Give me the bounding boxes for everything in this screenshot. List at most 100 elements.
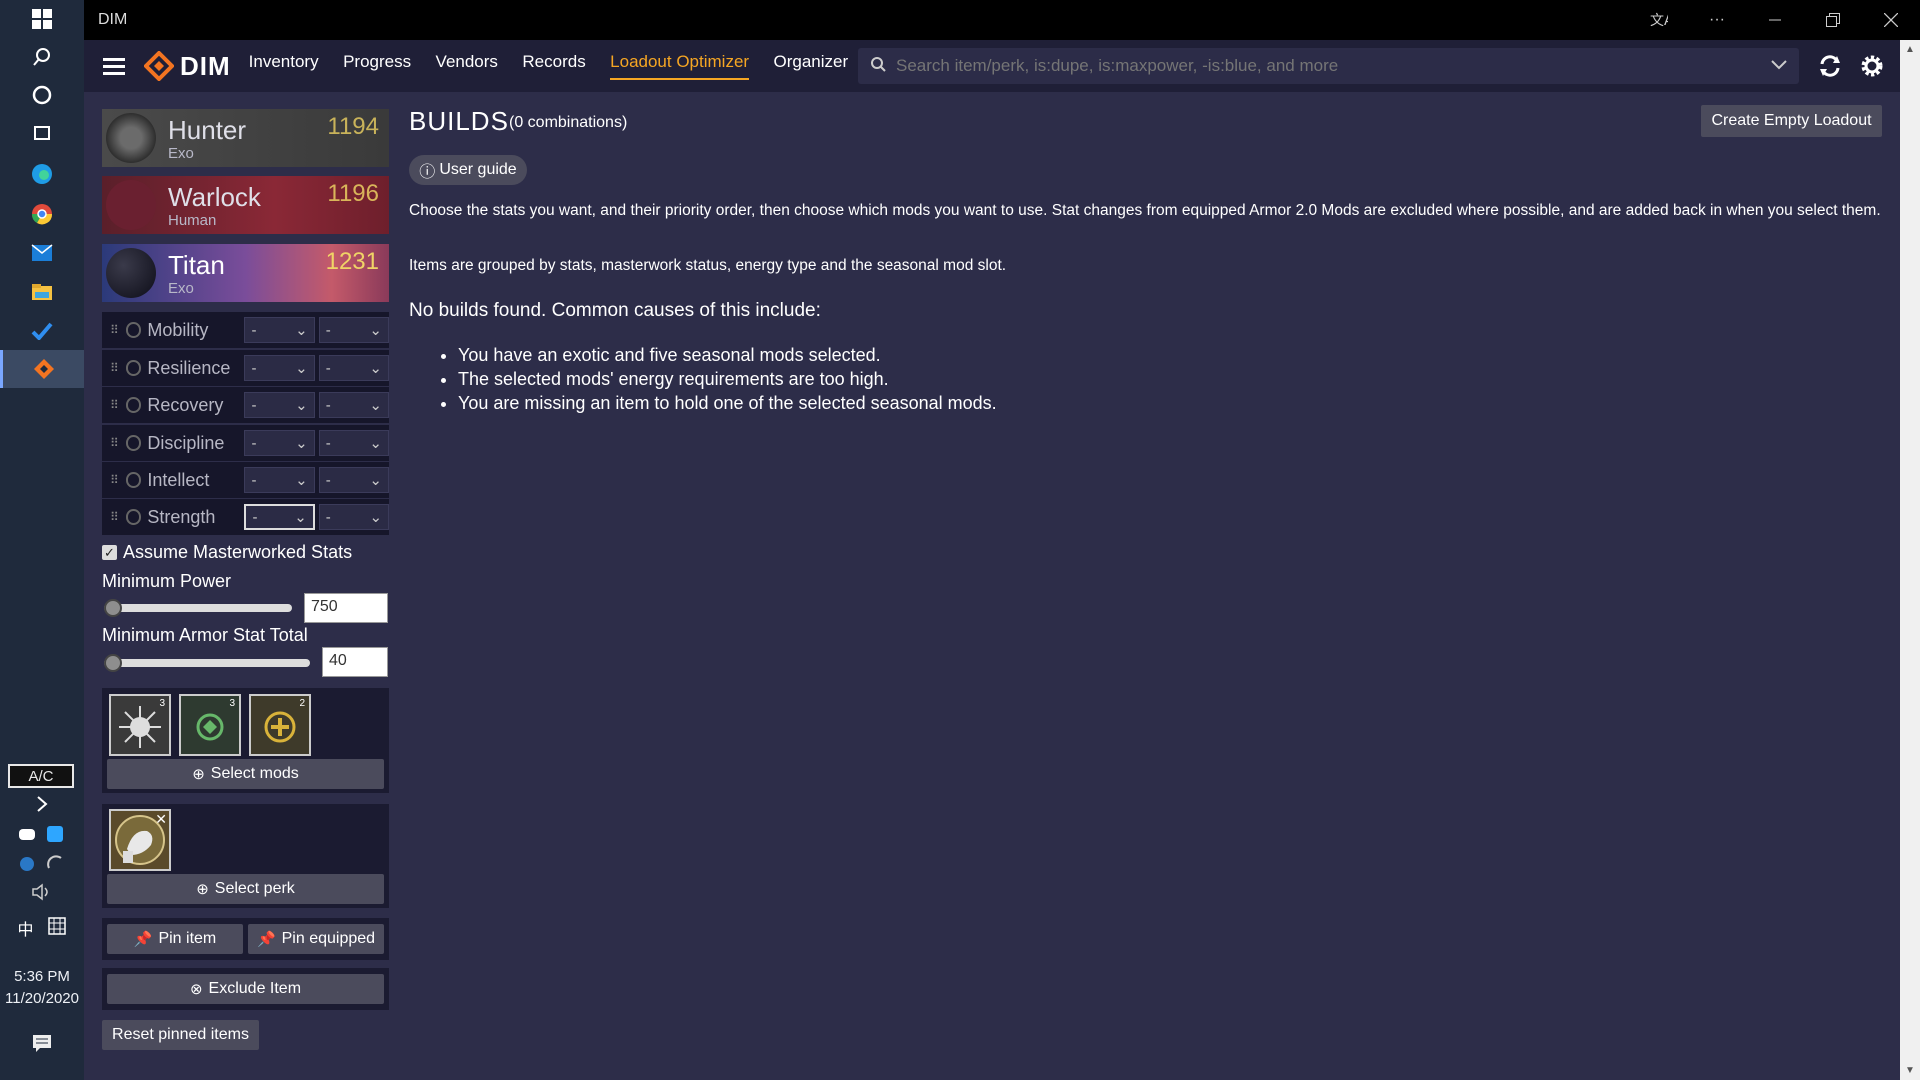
scroll-down-arrow-icon[interactable]: ▼: [1900, 1065, 1920, 1076]
notification-icon[interactable]: [0, 1024, 84, 1062]
character-card-hunter[interactable]: Hunter Exo 1194: [102, 109, 389, 167]
pin-item-button[interactable]: 📌 Pin item: [107, 924, 243, 954]
select-value: -: [251, 396, 257, 414]
stat-row-resilience: ⠿ Resilience - ⌄ - ⌄: [102, 350, 389, 386]
user-guide-button[interactable]: ⓘ User guide: [409, 155, 527, 185]
exotic-perk-tile[interactable]: ✕: [109, 809, 171, 871]
character-class: Hunter: [168, 115, 247, 145]
exclude-item-button[interactable]: ⊗ Exclude Item: [107, 974, 384, 1004]
drag-handle-icon[interactable]: ⠿: [110, 361, 120, 375]
stat-min-select[interactable]: - ⌄: [244, 467, 315, 493]
close-icon[interactable]: ✕: [155, 811, 167, 828]
dim-logo[interactable]: DIM: [144, 51, 231, 82]
mod-tile[interactable]: 2: [249, 694, 311, 756]
chrome-icon[interactable]: [0, 195, 84, 233]
stat-min-select[interactable]: - ⌄: [244, 317, 315, 343]
min-stat-total-slider-handle[interactable]: [104, 654, 122, 672]
scroll-up-arrow-icon[interactable]: ▲: [1900, 44, 1920, 55]
keyboard-grid-icon[interactable]: [48, 916, 67, 940]
stat-max-select[interactable]: - ⌄: [318, 392, 389, 418]
min-stat-total-slider[interactable]: [104, 659, 310, 667]
stat-min-select[interactable]: - ⌄: [244, 355, 315, 381]
select-perk-button[interactable]: ⊕ Select perk: [107, 874, 384, 904]
nav-vendors[interactable]: Vendors: [436, 52, 498, 78]
min-power-input[interactable]: 750: [304, 593, 388, 623]
drag-handle-icon[interactable]: ⠿: [110, 398, 120, 412]
search-icon: [870, 56, 886, 77]
edge-icon[interactable]: [0, 155, 84, 193]
reset-pinned-button[interactable]: Reset pinned items: [102, 1020, 259, 1050]
file-explorer-icon[interactable]: [0, 273, 84, 311]
chevron-down-icon: ⌄: [295, 435, 308, 452]
nav-records[interactable]: Records: [522, 52, 585, 78]
more-options-icon[interactable]: ···: [1688, 0, 1746, 40]
chevron-right-icon[interactable]: [0, 790, 84, 818]
hamburger-menu-icon[interactable]: [84, 40, 144, 92]
dim-logo-text: DIM: [180, 50, 231, 81]
chevron-down-icon: ⌄: [295, 360, 308, 377]
chevron-down-icon[interactable]: [1771, 57, 1787, 75]
nav-inventory[interactable]: Inventory: [249, 52, 319, 78]
min-stat-total-label: Minimum Armor Stat Total: [102, 625, 308, 645]
nav-organizer[interactable]: Organizer: [774, 52, 849, 78]
refresh-icon[interactable]: [1816, 52, 1844, 80]
restore-button[interactable]: [1804, 0, 1862, 40]
window-titlebar: DIM 文A ···: [84, 0, 1920, 40]
list-item: The selected mods' energy requirements a…: [458, 367, 997, 391]
cortana-icon[interactable]: [0, 76, 84, 114]
search-icon[interactable]: [0, 38, 84, 76]
min-stat-total-input[interactable]: 40: [322, 647, 388, 677]
clock-date[interactable]: 11/20/2020: [0, 990, 84, 1007]
stat-max-select[interactable]: - ⌄: [318, 467, 389, 493]
nav-loadout-optimizer[interactable]: Loadout Optimizer: [610, 52, 750, 80]
nav-progress[interactable]: Progress: [343, 52, 411, 78]
volume-icon[interactable]: [0, 878, 84, 906]
assume-masterworked-option[interactable]: ✓ Assume Masterworked Stats: [102, 542, 352, 563]
search-input[interactable]: [896, 56, 1771, 76]
pin-equipped-button[interactable]: 📌 Pin equipped: [248, 924, 384, 954]
chevron-down-icon: ⌄: [369, 472, 382, 489]
gear-icon[interactable]: [1858, 52, 1886, 80]
select-mods-button[interactable]: ⊕ Select mods: [107, 759, 384, 789]
select-value: -: [325, 508, 331, 526]
min-power-slider-handle[interactable]: [104, 599, 122, 617]
clock-time[interactable]: 5:36 PM: [0, 968, 84, 985]
drag-handle-icon[interactable]: ⠿: [110, 510, 120, 524]
close-button[interactable]: [1862, 0, 1920, 40]
windows-start-icon[interactable]: [0, 0, 84, 38]
stat-max-select[interactable]: - ⌄: [318, 430, 389, 456]
min-power-slider[interactable]: [104, 604, 292, 612]
ac-indicator: A/C: [8, 764, 74, 788]
stat-max-select[interactable]: - ⌄: [318, 504, 390, 530]
mod-tile[interactable]: 3: [179, 694, 241, 756]
no-builds-message: No builds found. Common causes of this i…: [409, 300, 821, 321]
character-class: Warlock: [168, 182, 261, 212]
chevron-down-icon: ⌄: [369, 509, 383, 526]
assume-masterworked-checkbox[interactable]: ✓: [102, 545, 117, 560]
task-view-icon[interactable]: [0, 114, 84, 152]
character-card-warlock[interactable]: Warlock Human 1196: [102, 176, 389, 234]
character-race: Exo: [168, 280, 194, 297]
stat-min-select[interactable]: - ⌄: [244, 504, 315, 530]
mail-icon[interactable]: [0, 234, 84, 272]
minimize-button[interactable]: [1746, 0, 1804, 40]
drag-handle-icon[interactable]: ⠿: [110, 323, 120, 337]
stat-max-select[interactable]: - ⌄: [318, 355, 389, 381]
mod-tile[interactable]: 3: [109, 694, 171, 756]
stat-min-select[interactable]: - ⌄: [244, 392, 315, 418]
todo-icon[interactable]: [0, 312, 84, 350]
scrollbar[interactable]: ▲ ▼: [1900, 40, 1920, 1080]
ime-language[interactable]: 中: [17, 916, 33, 940]
builds-count: (0 combinations): [509, 114, 628, 131]
create-empty-loadout-button[interactable]: Create Empty Loadout: [1701, 105, 1882, 137]
character-card-titan[interactable]: Titan Exo 1231: [102, 244, 389, 302]
list-item: You have an exotic and five seasonal mod…: [458, 343, 997, 367]
stat-min-select[interactable]: - ⌄: [244, 430, 315, 456]
drag-handle-icon[interactable]: ⠿: [110, 436, 120, 450]
pin-icon: 📌: [256, 931, 276, 948]
stat-max-select[interactable]: - ⌄: [318, 317, 389, 343]
translate-icon[interactable]: 文A: [1630, 0, 1688, 40]
mods-panel: 3 3 2 ⊕ Select mods: [102, 688, 389, 793]
drag-handle-icon[interactable]: ⠿: [110, 473, 120, 487]
dim-app-icon[interactable]: [0, 350, 84, 388]
